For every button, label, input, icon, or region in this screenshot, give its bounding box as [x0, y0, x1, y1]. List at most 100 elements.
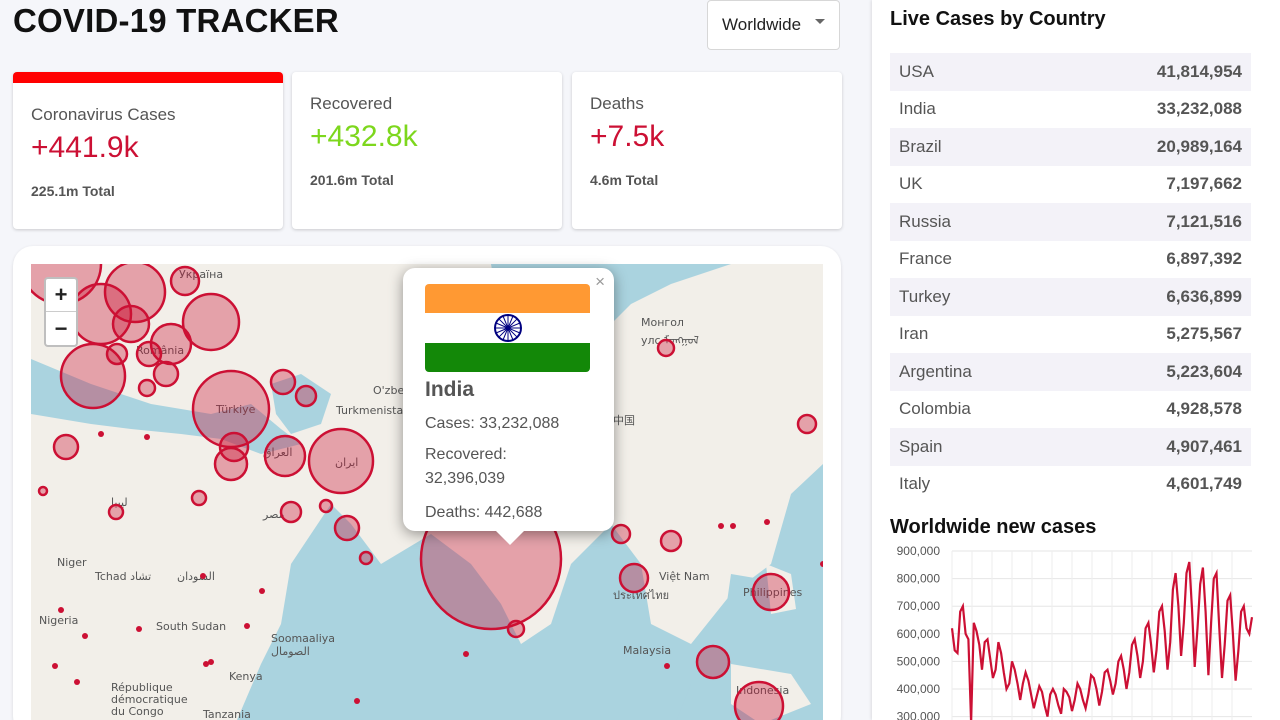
country-name: UK: [899, 174, 923, 194]
case-circle[interactable]: [263, 434, 307, 478]
case-circle[interactable]: [149, 322, 193, 366]
y-tick-label: 900,000: [897, 544, 941, 558]
recovered-infobox[interactable]: Recovered +432.8k 201.6m Total: [292, 72, 562, 229]
case-circle[interactable]: [294, 384, 318, 408]
table-row: Colombia 4,928,578: [890, 391, 1251, 429]
new-cases-line: [950, 561, 1254, 720]
zoom-in-button[interactable]: +: [46, 279, 76, 312]
popup-recovered: Recovered: 32,396,039: [425, 443, 592, 491]
table-row: Russia 7,121,516: [890, 203, 1251, 241]
infobox-total: 4.6m Total: [590, 172, 659, 188]
table-row: Spain 4,907,461: [890, 428, 1251, 466]
infobox-value: +7.5k: [590, 120, 665, 153]
table-row: UK 7,197,662: [890, 166, 1251, 204]
new-cases-chart: 900,000 800,000 700,000 600,000 500,000 400,0…: [897, 544, 1254, 720]
case-circle[interactable]: [137, 378, 157, 398]
y-tick-label: 600,000: [897, 627, 941, 641]
case-circle[interactable]: [733, 680, 785, 720]
popup-cases: Cases: 33,232,088: [425, 415, 560, 432]
country-name: Brazil: [899, 136, 942, 156]
country-cases: 7,121,516: [1166, 211, 1242, 231]
chart-title: Worldwide new cases: [890, 516, 1097, 538]
case-dot: [730, 523, 736, 529]
case-dot: [52, 663, 58, 669]
case-circle[interactable]: [37, 485, 49, 497]
table-row: Italy 4,601,749: [890, 466, 1251, 504]
case-circle[interactable]: [333, 514, 361, 542]
case-dot: [463, 651, 469, 657]
zoom-out-button[interactable]: −: [46, 312, 76, 345]
country-popup: × India Cases: 33,232,088 Recovered: 32,…: [403, 268, 614, 545]
page-title: COVID-19 TRACKER: [13, 2, 339, 39]
case-circle[interactable]: [269, 368, 297, 396]
country-cases: 5,275,567: [1166, 324, 1242, 344]
table-row: Argentina 5,223,604: [890, 353, 1251, 391]
case-dot: [664, 663, 670, 669]
case-circle[interactable]: [659, 529, 683, 553]
country-name: Italy: [899, 474, 931, 494]
case-circle[interactable]: [618, 562, 650, 594]
case-dot: [259, 588, 265, 594]
country-name: Spain: [899, 436, 943, 456]
country-flag: [425, 284, 590, 372]
case-circle[interactable]: [52, 433, 80, 461]
case-circle[interactable]: [656, 338, 676, 358]
case-dot: [718, 523, 724, 529]
table-row: Turkey 6,636,899: [890, 278, 1251, 316]
case-circle[interactable]: [358, 550, 374, 566]
case-circle[interactable]: [169, 265, 201, 297]
case-circle[interactable]: [218, 431, 250, 463]
table-row: India 33,232,088: [890, 91, 1251, 129]
case-circle[interactable]: [279, 500, 303, 524]
infobox-total: 225.1m Total: [31, 183, 115, 199]
country-name: Colombia: [899, 399, 971, 419]
infobox-total: 201.6m Total: [310, 172, 394, 188]
case-dot: [820, 561, 823, 567]
case-dot: [58, 607, 64, 613]
country-name: Argentina: [899, 361, 972, 381]
right-panel: Live Cases by Country USA 41,814,954 India…: [872, 0, 1280, 720]
popup-country-name: India: [425, 378, 475, 401]
case-circle[interactable]: [506, 619, 526, 639]
case-dot: [764, 519, 770, 525]
case-circle[interactable]: [307, 427, 375, 495]
infobox-label: Deaths: [590, 94, 644, 113]
country-cases: 41,814,954: [1156, 61, 1242, 81]
case-circle[interactable]: [107, 503, 125, 521]
case-circle[interactable]: [190, 489, 208, 507]
country-cases: 4,601,749: [1166, 474, 1242, 494]
country-name: Iran: [899, 324, 929, 344]
country-select[interactable]: Worldwide: [707, 0, 840, 50]
popup-deaths: Deaths: 442,688: [425, 504, 543, 522]
case-dot: [98, 431, 104, 437]
cases-infobox[interactable]: Coronavirus Cases +441.9k 225.1m Total: [13, 72, 283, 229]
table-row: USA 41,814,954: [890, 53, 1251, 91]
case-circle[interactable]: [610, 523, 632, 545]
case-circle[interactable]: [796, 413, 818, 435]
country-name: Turkey: [899, 286, 951, 306]
country-cases: 7,197,662: [1166, 174, 1242, 194]
ashoka-chakra-icon: [493, 314, 522, 342]
case-circle[interactable]: [695, 644, 731, 680]
case-circle[interactable]: [751, 572, 791, 612]
zoom-control: + −: [44, 277, 78, 347]
deaths-infobox[interactable]: Deaths +7.5k 4.6m Total: [572, 72, 842, 229]
case-dot: [200, 573, 206, 579]
case-dot: [354, 698, 360, 704]
case-circle[interactable]: [318, 498, 334, 514]
case-circle[interactable]: [152, 360, 180, 388]
case-dot: [82, 633, 88, 639]
case-dot: [203, 661, 209, 667]
case-circle[interactable]: [111, 304, 151, 344]
country-name: France: [899, 249, 952, 269]
case-circle[interactable]: [105, 342, 129, 366]
infobox-value: +432.8k: [310, 120, 418, 153]
y-tick-label: 700,000: [897, 599, 941, 613]
country-cases: 5,223,604: [1166, 361, 1242, 381]
close-icon[interactable]: ×: [595, 272, 605, 292]
country-cases: 20,989,164: [1156, 136, 1242, 156]
table-row: Iran 5,275,567: [890, 316, 1251, 354]
case-dot: [144, 434, 150, 440]
y-tick-label: 300,000: [897, 710, 941, 720]
country-name: India: [899, 99, 936, 119]
